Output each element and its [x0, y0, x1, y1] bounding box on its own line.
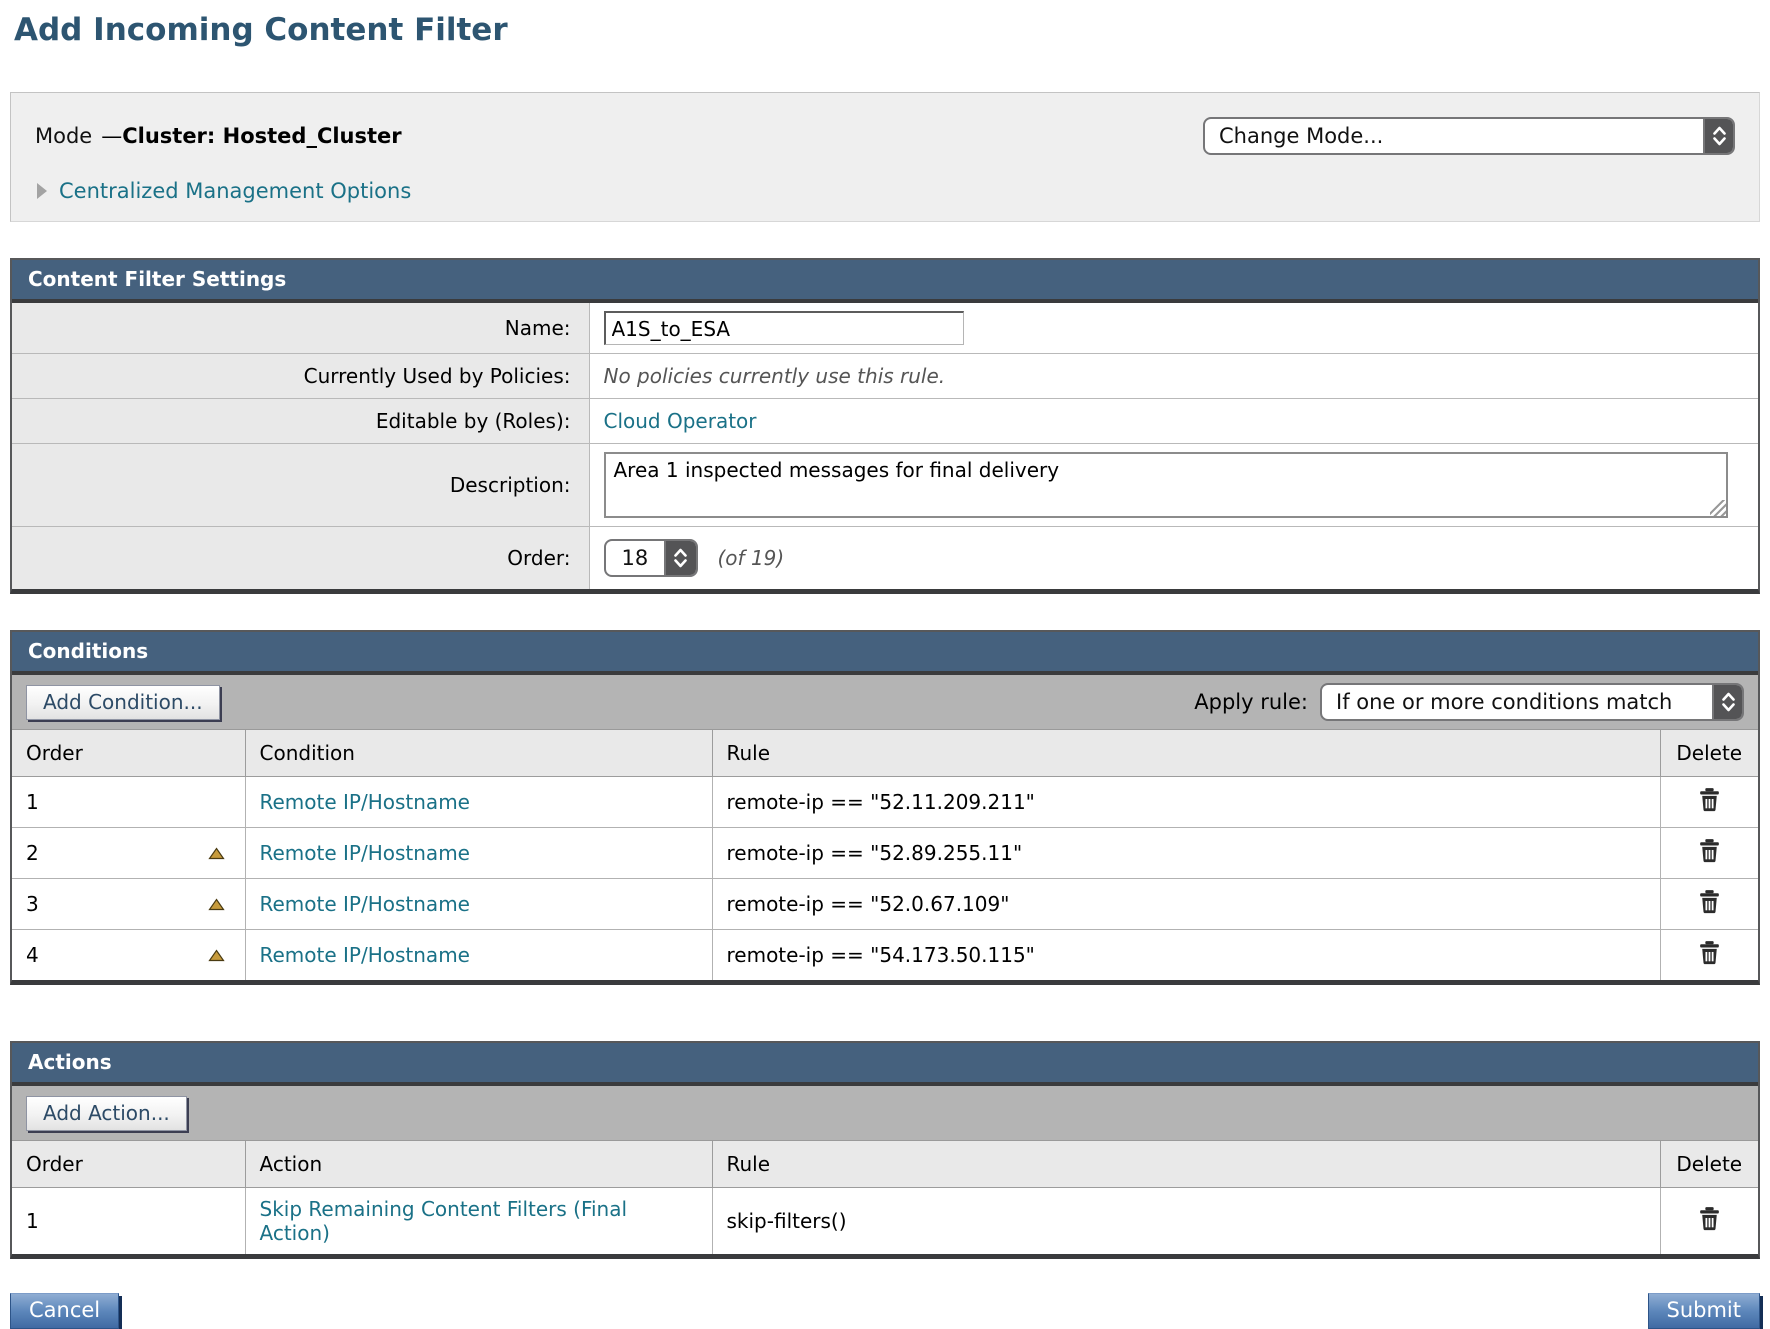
change-mode-select-value: Change Mode... [1205, 119, 1703, 153]
apply-rule-select[interactable]: If one or more conditions match [1320, 683, 1744, 721]
apply-rule-group: Apply rule: If one or more conditions ma… [1194, 683, 1744, 721]
content-filter-settings-section: Content Filter Settings Name: Currently … [10, 258, 1760, 594]
col-order: Order [12, 1141, 245, 1188]
delete-condition-button[interactable] [1696, 837, 1723, 864]
actions-header: Actions [12, 1043, 1758, 1086]
stepper-icon [1712, 685, 1742, 719]
order-stepper-value: 18 [606, 541, 664, 575]
settings-row-order: Order: 18 (of 19) [12, 527, 1758, 590]
col-condition: Condition [245, 730, 712, 777]
trash-icon [1696, 1205, 1723, 1232]
move-up-icon [208, 949, 225, 962]
name-label: Name: [12, 303, 589, 354]
delete-condition-button[interactable] [1696, 888, 1723, 915]
footer: Cancel Submit [10, 1293, 1760, 1329]
condition-row: 2 Remote IP/Hostname remote-ip == "52.89… [12, 828, 1758, 879]
settings-row-policies: Currently Used by Policies: No policies … [12, 354, 1758, 399]
policies-value: No policies currently use this rule. [604, 364, 946, 388]
settings-row-editable: Editable by (Roles): Cloud Operator [12, 399, 1758, 444]
page: Add Incoming Content Filter Mode — Clust… [10, 12, 1760, 1329]
order-label: Order: [12, 527, 589, 590]
conditions-header: Conditions [12, 632, 1758, 675]
description-label: Description: [12, 444, 589, 527]
move-up-icon [208, 847, 225, 860]
conditions-table: Order Condition Rule Delete 1 Remote IP/… [12, 730, 1758, 980]
disclosure-triangle-icon [37, 183, 47, 199]
col-delete: Delete [1660, 730, 1758, 777]
trash-icon [1696, 939, 1723, 966]
col-rule: Rule [712, 730, 1660, 777]
policies-label: Currently Used by Policies: [12, 354, 589, 399]
centralized-management-options-link[interactable]: Centralized Management Options [59, 179, 411, 203]
condition-rule: remote-ip == "52.11.209.211" [712, 777, 1660, 828]
cancel-button[interactable]: Cancel [10, 1293, 119, 1329]
condition-link[interactable]: Remote IP/Hostname [260, 892, 470, 916]
condition-row: 1 Remote IP/Hostname remote-ip == "52.11… [12, 777, 1758, 828]
submit-button[interactable]: Submit [1648, 1293, 1761, 1329]
actions-table-header-row: Order Action Rule Delete [12, 1141, 1758, 1188]
mode-dash: — [101, 124, 122, 148]
order-total: (of 19) [718, 546, 785, 570]
action-order: 1 [26, 1209, 39, 1233]
change-mode-select[interactable]: Change Mode... [1203, 117, 1735, 155]
condition-rule: remote-ip == "52.0.67.109" [712, 879, 1660, 930]
action-link[interactable]: Skip Remaining Content Filters (Final Ac… [260, 1197, 628, 1245]
mode-label: Mode [35, 124, 92, 148]
mode-row: Mode — Cluster: Hosted_Cluster Change Mo… [35, 117, 1735, 155]
editable-label: Editable by (Roles): [12, 399, 589, 444]
delete-action-button[interactable] [1696, 1205, 1723, 1232]
apply-rule-label: Apply rule: [1194, 690, 1308, 714]
condition-order: 4 [26, 943, 39, 967]
move-up-icon [208, 898, 225, 911]
delete-condition-button[interactable] [1696, 939, 1723, 966]
condition-rule: remote-ip == "54.173.50.115" [712, 930, 1660, 981]
col-action: Action [245, 1141, 712, 1188]
actions-section: Actions Add Action... Order Action Rule … [10, 1041, 1760, 1259]
add-action-button[interactable]: Add Action... [26, 1096, 187, 1131]
col-order: Order [12, 730, 245, 777]
conditions-table-header-row: Order Condition Rule Delete [12, 730, 1758, 777]
stepper-icon [1703, 119, 1733, 153]
trash-icon [1696, 837, 1723, 864]
description-input[interactable] [604, 452, 1728, 518]
settings-table: Name: Currently Used by Policies: No pol… [12, 303, 1758, 589]
content-filter-settings-header: Content Filter Settings [12, 260, 1758, 303]
condition-rule: remote-ip == "52.89.255.11" [712, 828, 1660, 879]
delete-condition-button[interactable] [1696, 786, 1723, 813]
move-up-button[interactable] [208, 847, 225, 860]
move-up-button[interactable] [208, 898, 225, 911]
settings-row-name: Name: [12, 303, 1758, 354]
condition-order: 3 [26, 892, 39, 916]
action-row: 1 Skip Remaining Content Filters (Final … [12, 1188, 1758, 1255]
conditions-toolbar: Add Condition... Apply rule: If one or m… [12, 675, 1758, 730]
condition-row: 3 Remote IP/Hostname remote-ip == "52.0.… [12, 879, 1758, 930]
actions-toolbar: Add Action... [12, 1086, 1758, 1141]
condition-order: 2 [26, 841, 39, 865]
condition-link[interactable]: Remote IP/Hostname [260, 790, 470, 814]
condition-row: 4 Remote IP/Hostname remote-ip == "54.17… [12, 930, 1758, 981]
name-input[interactable] [604, 311, 964, 345]
col-rule: Rule [712, 1141, 1660, 1188]
action-rule: skip-filters() [712, 1188, 1660, 1255]
move-up-button[interactable] [208, 949, 225, 962]
trash-icon [1696, 786, 1723, 813]
mode-panel: Mode — Cluster: Hosted_Cluster Change Mo… [10, 92, 1760, 222]
actions-table: Order Action Rule Delete 1 Skip Remainin… [12, 1141, 1758, 1254]
apply-rule-select-value: If one or more conditions match [1322, 685, 1712, 719]
condition-link[interactable]: Remote IP/Hostname [260, 943, 470, 967]
condition-link[interactable]: Remote IP/Hostname [260, 841, 470, 865]
col-delete: Delete [1660, 1141, 1758, 1188]
centralized-management-row: Centralized Management Options [35, 179, 1735, 203]
editable-roles-link[interactable]: Cloud Operator [604, 409, 757, 433]
add-condition-button[interactable]: Add Condition... [26, 685, 220, 720]
stepper-icon [664, 541, 696, 575]
conditions-section: Conditions Add Condition... Apply rule: … [10, 630, 1760, 985]
order-stepper[interactable]: 18 [604, 539, 698, 577]
settings-row-description: Description: [12, 444, 1758, 527]
trash-icon [1696, 888, 1723, 915]
condition-order: 1 [26, 790, 39, 814]
page-title: Add Incoming Content Filter [14, 12, 1760, 48]
mode-value: Cluster: Hosted_Cluster [122, 124, 401, 148]
